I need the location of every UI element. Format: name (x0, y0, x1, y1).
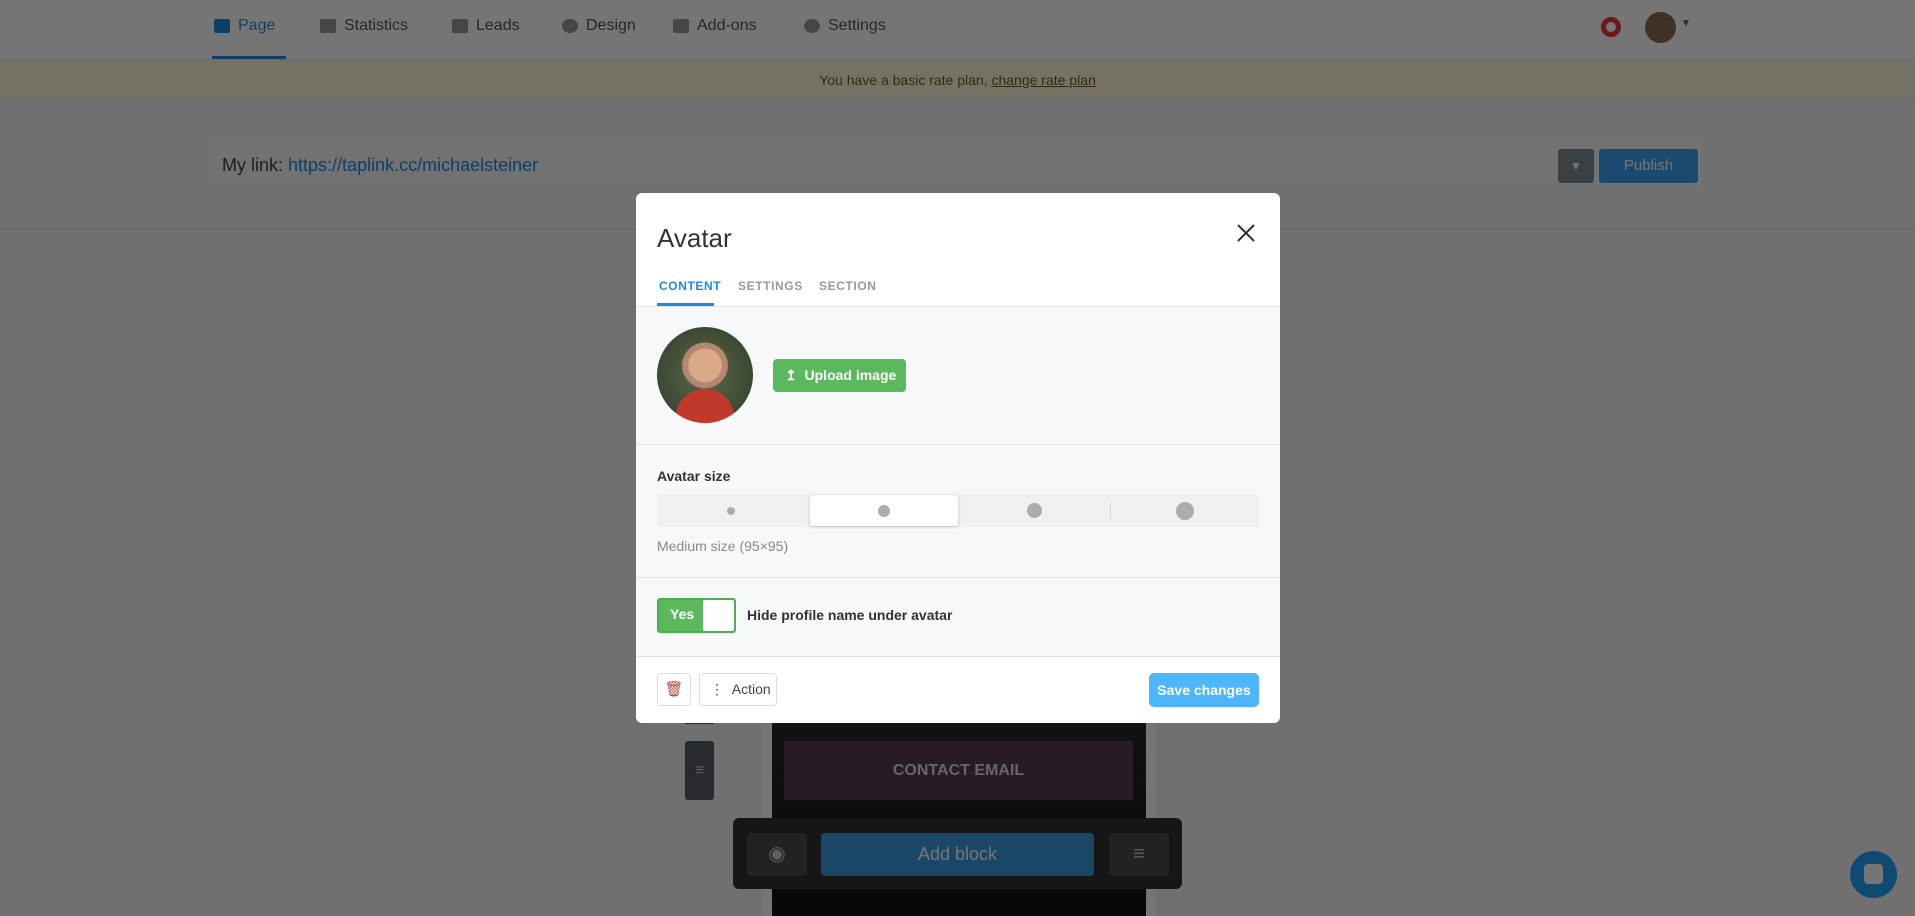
card-icon (452, 19, 468, 33)
toggle-value: Yes (670, 606, 695, 622)
toggle-label: Hide profile name under avatar (747, 607, 953, 623)
eye-icon: ◉ (768, 843, 786, 865)
modal-title: Avatar (657, 223, 732, 253)
nav-page[interactable]: Page (214, 17, 275, 35)
publish-options-dropdown[interactable]: ▼ (1558, 149, 1594, 183)
nav-design[interactable]: Design (562, 17, 636, 35)
size-option-large[interactable] (960, 494, 1108, 527)
sliders-icon: ≡ (1133, 843, 1145, 865)
tab-settings[interactable]: SETTINGS (738, 279, 803, 293)
dot-icon (878, 504, 890, 517)
banner-text: You have a basic rate plan, (819, 72, 988, 88)
nav-label: Design (586, 17, 636, 34)
avatar-modal: Avatar CONTENT SETTINGS SECTION ↥ Upload… (636, 193, 1280, 723)
bar-chart-icon (320, 19, 336, 33)
avatar-size-selector (657, 494, 1259, 527)
nav-label: Statistics (344, 17, 409, 34)
trash-icon: 🗑 (664, 681, 684, 698)
nav-label: Page (238, 17, 276, 34)
toggle-knob (703, 600, 734, 631)
active-tab-indicator (212, 56, 286, 59)
publish-button[interactable]: Publish (1599, 149, 1698, 183)
divider (636, 577, 1280, 578)
action-menu-button[interactable]: ⋮ Action (699, 673, 777, 706)
dot-icon (727, 506, 735, 515)
delete-button[interactable]: 🗑 (657, 673, 691, 706)
upload-image-button[interactable]: ↥ Upload image (773, 359, 906, 392)
my-link-label: My link: (222, 155, 284, 175)
size-option-small[interactable] (657, 494, 805, 527)
nav-label: Leads (476, 17, 520, 34)
size-option-extra-large[interactable] (1111, 494, 1259, 527)
dot-icon (1176, 501, 1194, 520)
nav-leads[interactable]: Leads (452, 17, 520, 35)
change-rate-plan-link[interactable]: change rate plan (991, 72, 1095, 88)
my-link: My link: https://taplink.cc/michaelstein… (222, 155, 538, 176)
chevron-down-icon: ▼ (1570, 159, 1582, 173)
tab-section[interactable]: SECTION (819, 279, 877, 293)
upload-label: Upload image (804, 367, 897, 383)
close-icon[interactable] (1232, 219, 1260, 247)
save-changes-button[interactable]: Save changes (1149, 673, 1259, 707)
drag-handle-icon[interactable]: ≡ (685, 741, 714, 800)
user-avatar[interactable] (1645, 12, 1676, 43)
size-option-medium[interactable] (810, 495, 958, 526)
size-description: Medium size (95×95) (657, 538, 789, 554)
nav-label: Settings (828, 17, 886, 34)
nav-add-ons[interactable]: Add-ons (673, 17, 757, 35)
dot-icon (1026, 503, 1042, 518)
action-label: Action (731, 681, 771, 697)
upload-icon: ↥ (785, 367, 797, 383)
add-block-button[interactable]: Add block (821, 833, 1094, 876)
gear-icon (804, 19, 820, 33)
hide-name-toggle[interactable]: Yes (657, 598, 736, 633)
chevron-down-icon[interactable]: ▼ (1681, 18, 1691, 29)
page-icon (214, 19, 230, 33)
puzzle-icon (673, 19, 689, 33)
page-settings-button[interactable]: ≡ (1109, 833, 1169, 876)
my-link-url[interactable]: https://taplink.cc/michaelsteiner (288, 155, 538, 175)
nav-statistics[interactable]: Statistics (320, 17, 408, 35)
contact-email-block[interactable]: CONTACT EMAIL (784, 741, 1133, 800)
nav-settings[interactable]: Settings (804, 17, 886, 35)
lifebuoy-icon[interactable] (1601, 17, 1621, 37)
top-navigation: Page Statistics Leads Design Add-ons Set… (0, 0, 1915, 60)
more-vertical-icon: ⋮ (710, 681, 724, 697)
chat-support-button[interactable] (1850, 851, 1897, 898)
divider (636, 444, 1280, 445)
avatar-image (657, 327, 753, 423)
nav-label: Add-ons (697, 17, 757, 34)
preview-eye-button[interactable]: ◉ (747, 833, 807, 876)
tab-content[interactable]: CONTENT (659, 279, 721, 293)
avatar-size-label: Avatar size (657, 468, 731, 484)
palette-icon (562, 19, 578, 33)
divider (636, 656, 1280, 657)
rate-plan-banner: You have a basic rate plan, change rate … (0, 62, 1915, 98)
